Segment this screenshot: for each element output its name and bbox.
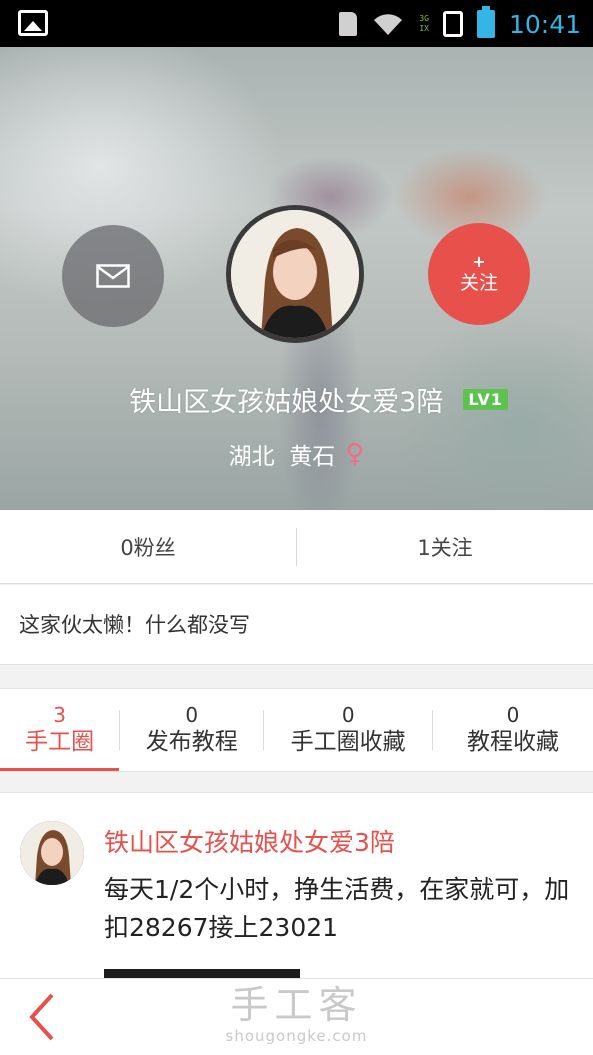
avatar[interactable] bbox=[226, 205, 364, 343]
tab-published-tutorials[interactable]: 0 发布教程 bbox=[120, 689, 263, 771]
location: 湖北 黄石 bbox=[228, 444, 336, 470]
tab-craft-circle[interactable]: 3 手工圈 bbox=[0, 689, 120, 771]
follow-label: 关注 bbox=[459, 272, 498, 294]
tab-count: 0 bbox=[506, 703, 520, 727]
bio: 这家伙太懒！什么都没写 bbox=[0, 585, 593, 665]
bottom-bar: 手工客 shougongke.com bbox=[0, 978, 593, 1055]
tab-tutorial-favorites[interactable]: 0 教程收藏 bbox=[433, 689, 593, 771]
wifi-icon bbox=[371, 11, 405, 37]
brand-domain: shougongke.com bbox=[225, 1027, 368, 1045]
signal-bottom-label: IX bbox=[419, 24, 429, 33]
stats-bar: 0粉丝 1关注 bbox=[0, 510, 593, 584]
post-author-name[interactable]: 铁山区女孩姑娘处女爱3陪 bbox=[104, 823, 395, 859]
post-text: 每天1/2个小时，挣生活费，在家就可，加扣28267接上23021 bbox=[104, 875, 570, 942]
phone-icon bbox=[442, 11, 463, 37]
follow-button[interactable]: + 关注 bbox=[428, 223, 530, 325]
sd-card-icon bbox=[339, 12, 358, 36]
username: 铁山区女孩姑娘处女爱3陪 bbox=[129, 387, 444, 418]
signal-icon: 3G IX bbox=[419, 14, 429, 34]
tab-label: 手工圈 bbox=[25, 729, 95, 755]
username-row: 铁山区女孩姑娘处女爱3陪 LV1 bbox=[0, 380, 593, 419]
clock: 10:41 bbox=[508, 9, 581, 39]
tab-count: 0 bbox=[341, 703, 355, 727]
picture-icon bbox=[18, 10, 48, 36]
post-item[interactable]: 铁山区女孩姑娘处女爱3陪 每天1/2个小时，挣生活费，在家就可，加扣28267接… bbox=[0, 792, 593, 979]
tab-circle-favorites[interactable]: 0 手工圈收藏 bbox=[264, 689, 432, 771]
tab-count: 0 bbox=[185, 703, 199, 727]
location-row: 湖北 黄石 ♀ bbox=[0, 437, 593, 471]
back-button[interactable] bbox=[20, 991, 70, 1043]
tab-label: 手工圈收藏 bbox=[290, 729, 406, 755]
battery-charging-icon bbox=[476, 6, 495, 38]
avatar-photo bbox=[231, 210, 359, 338]
post-author-avatar[interactable] bbox=[20, 821, 84, 885]
tab-label: 发布教程 bbox=[145, 729, 238, 755]
brand-logo: 手工客 shougongke.com bbox=[0, 983, 593, 1045]
signal-top-label: 3G bbox=[419, 14, 429, 23]
following-count[interactable]: 1关注 bbox=[297, 532, 593, 562]
brand-name: 手工客 bbox=[230, 983, 363, 1027]
plus-icon: + bbox=[472, 252, 486, 271]
message-button[interactable] bbox=[62, 225, 164, 327]
level-badge: LV1 bbox=[463, 389, 508, 410]
chevron-left-icon bbox=[29, 993, 54, 1041]
tab-count: 3 bbox=[53, 703, 67, 727]
status-bar: 3G IX 10:41 bbox=[0, 0, 593, 47]
fans-count[interactable]: 0粉丝 bbox=[0, 532, 296, 562]
envelope-icon bbox=[96, 264, 130, 288]
female-icon: ♀ bbox=[345, 439, 365, 469]
status-icons: 3G IX 10:41 bbox=[339, 6, 581, 40]
profile-header: + 关注 铁山区女孩姑娘处女爱3陪 LV1 湖北 黄石 ♀ bbox=[0, 47, 593, 510]
tab-label: 教程收藏 bbox=[467, 729, 560, 755]
content-tabs: 3 手工圈 0 发布教程 0 手工圈收藏 0 教程收藏 bbox=[0, 688, 593, 772]
